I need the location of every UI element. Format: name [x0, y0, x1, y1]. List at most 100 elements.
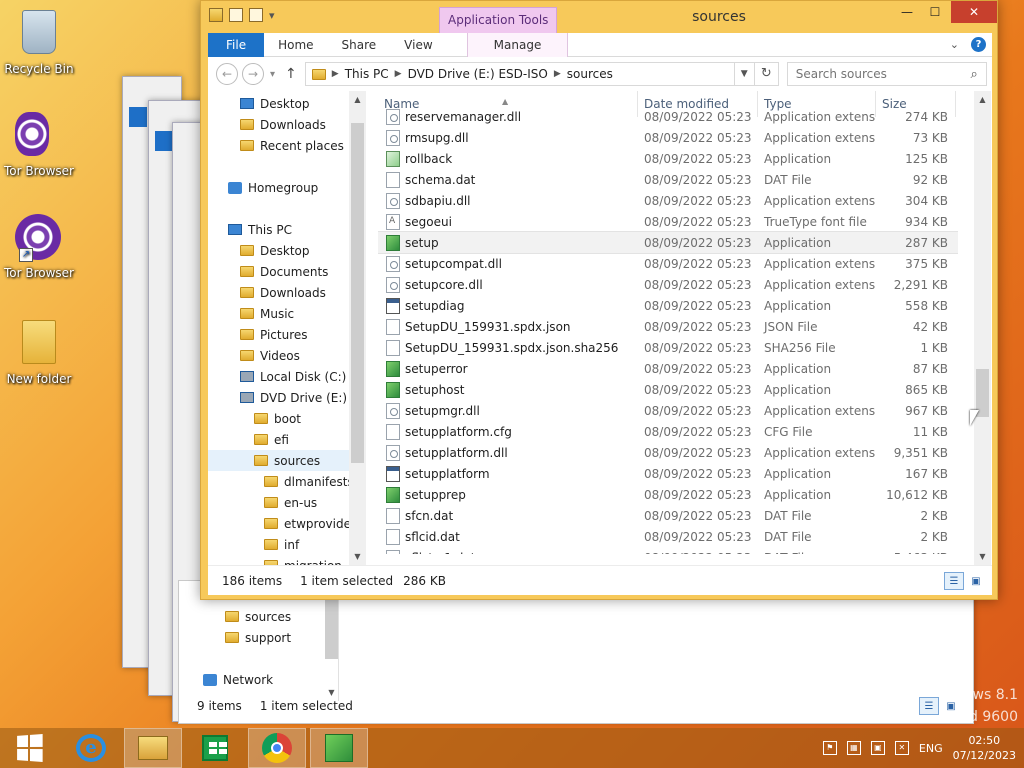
nav-item-en-us[interactable]: en-us — [208, 492, 358, 513]
table-row[interactable]: SetupDU_159931.spdx.json 08/09/2022 05:23… — [378, 316, 958, 337]
close-button[interactable]: ✕ — [951, 1, 997, 23]
nav-item-etwproviders[interactable]: etwproviders — [208, 513, 358, 534]
table-row[interactable]: setuphost 08/09/2022 05:23 Application 865 … — [378, 379, 958, 400]
breadcrumb-separator-icon[interactable]: ▶ — [332, 69, 339, 79]
table-row[interactable]: segoeui 08/09/2022 05:23 TrueType font fil… — [378, 211, 958, 232]
expand-ribbon-icon[interactable]: ⌄ — [950, 38, 959, 51]
nav-item-efi[interactable]: efi — [208, 429, 358, 450]
table-row[interactable]: setupcore.dll 08/09/2022 05:23 Application… — [378, 274, 958, 295]
volume-muted-icon[interactable]: ✕ — [894, 741, 909, 755]
nav-item-sources[interactable]: sources — [208, 450, 358, 471]
nav-item-local-disk-c[interactable]: Local Disk (C:) — [208, 366, 358, 387]
table-row[interactable]: setupplatform.dll 08/09/2022 05:23 Applica… — [378, 442, 958, 463]
action-center-flag-icon[interactable]: ⚑ — [822, 741, 837, 755]
table-row[interactable]: sflistrs1.dat 08/09/2022 05:23DAT File5,4… — [378, 547, 958, 554]
folder-icon[interactable] — [209, 8, 223, 22]
table-row[interactable]: setuperror 08/09/2022 05:23 Application 87 … — [378, 358, 958, 379]
forward-button[interactable]: → — [242, 63, 264, 85]
nav-item-this-pc[interactable]: This PC — [208, 219, 358, 240]
large-icons-view-button[interactable]: ▣ — [966, 572, 986, 590]
tab-share[interactable]: Share — [328, 33, 391, 57]
nav-item-sources[interactable]: sources — [179, 606, 338, 627]
tab-manage[interactable]: Manage — [466, 32, 569, 57]
desktop-icon-new-folder[interactable]: New folder — [3, 318, 75, 386]
chevron-up-icon[interactable]: ▲ — [974, 91, 991, 108]
chevron-up-icon[interactable]: ▲ — [349, 91, 366, 108]
table-row[interactable]: setupdiag 08/09/2022 05:23 Application 558 … — [378, 295, 958, 316]
address-bar[interactable]: ▶ This PC ▶ DVD Drive (E:) ESD-ISO ▶ sou… — [304, 62, 735, 86]
table-row[interactable]: setupmgr.dll 08/09/2022 05:23 Application … — [378, 400, 958, 421]
navigation-pane-scrollbar[interactable]: ▲ ▼ — [349, 91, 366, 565]
breadcrumb-dvd-drive[interactable]: DVD Drive (E:) ESD-ISO — [402, 67, 554, 81]
explorer-window[interactable]: ▾ Application Tools sources — ☐ ✕ File H… — [200, 0, 998, 600]
new-folder-icon[interactable] — [249, 8, 263, 22]
recent-locations-icon[interactable]: ▾ — [270, 69, 275, 80]
refresh-button[interactable]: ↻ — [754, 62, 779, 86]
table-row[interactable]: sfcn.dat 08/09/2022 05:23 DAT File 2 KB — [378, 505, 958, 526]
details-view-button[interactable]: ☰ — [919, 697, 939, 715]
desktop-icon-tor-browser-shortcut[interactable]: ↗ Tor Browser — [3, 214, 75, 280]
taskbar-chrome[interactable] — [248, 728, 306, 768]
nav-item-downloads[interactable]: Downloads — [208, 282, 358, 303]
table-row[interactable]: setup 08/09/2022 05:23 Application 287 KB — [378, 231, 958, 254]
taskbar-file-explorer[interactable] — [124, 728, 182, 768]
table-row[interactable]: reservemanager.dll 08/09/2022 05:23 Applic… — [378, 106, 958, 127]
taskbar-store[interactable] — [186, 728, 244, 768]
table-row[interactable]: setupplatform 08/09/2022 05:23 Application… — [378, 463, 958, 484]
table-row[interactable]: setupprep 08/09/2022 05:23 Application 10,6… — [378, 484, 958, 505]
maximize-button[interactable]: ☐ — [921, 1, 949, 23]
nav-item-desktop[interactable]: Desktop — [208, 93, 358, 114]
contextual-tab-application-tools[interactable]: Application Tools — [439, 7, 558, 33]
nav-item-dlmanifests[interactable]: dlmanifests — [208, 471, 358, 492]
properties-icon[interactable] — [229, 8, 243, 22]
chevron-down-icon[interactable]: ▼ — [349, 548, 366, 565]
breadcrumb-separator-icon[interactable]: ▶ — [554, 69, 561, 79]
nav-item-homegroup[interactable]: Homegroup — [208, 177, 358, 198]
breadcrumb-this-pc[interactable]: This PC — [339, 67, 395, 81]
minimize-button[interactable]: — — [893, 1, 921, 23]
file-list-scrollbar[interactable]: ▲ ▼ — [974, 91, 991, 565]
address-history-dropdown[interactable]: ▼ — [734, 62, 755, 86]
nav-item-music[interactable]: Music — [208, 303, 358, 324]
details-view-button[interactable]: ☰ — [944, 572, 964, 590]
nav-item-dvd-drive-e-es[interactable]: DVD Drive (E:) ES — [208, 387, 358, 408]
nav-item-videos[interactable]: Videos — [208, 345, 358, 366]
breadcrumb-separator-icon[interactable]: ▶ — [395, 69, 402, 79]
large-icons-view-button[interactable]: ▣ — [941, 697, 961, 715]
taskbar-internet-explorer[interactable]: e — [62, 728, 120, 768]
search-icon[interactable]: ⌕ — [970, 67, 977, 82]
desktop-icon-tor-browser[interactable]: Tor Browser — [3, 112, 75, 178]
table-row[interactable]: sdbapiu.dll 08/09/2022 05:23 Application e… — [378, 190, 958, 211]
tab-view[interactable]: View — [390, 33, 446, 57]
help-icon[interactable]: ? — [971, 37, 986, 52]
taskbar-setup[interactable] — [310, 728, 368, 768]
navigation-pane[interactable]: Desktop Downloads Recent places Homegroup Th… — [208, 91, 358, 565]
nav-item-support[interactable]: support — [179, 627, 338, 648]
nav-item-downloads[interactable]: Downloads — [208, 114, 358, 135]
back-button[interactable]: ← — [216, 63, 238, 85]
notification-icon[interactable]: ▣ — [870, 741, 885, 755]
table-row[interactable]: setupcompat.dll 08/09/2022 05:23 Applicati… — [378, 253, 958, 274]
input-language[interactable]: ENG — [919, 742, 943, 755]
table-row[interactable]: setupplatform.cfg 08/09/2022 05:23 CFG Fil… — [378, 421, 958, 442]
tab-file[interactable]: File — [208, 32, 265, 57]
nav-item-inf[interactable]: inf — [208, 534, 358, 555]
chevron-down-icon[interactable]: ▼ — [974, 548, 991, 565]
nav-item-network[interactable]: Network — [179, 669, 338, 690]
search-input[interactable] — [795, 67, 971, 81]
nav-item-pictures[interactable]: Pictures — [208, 324, 358, 345]
scrollbar-thumb[interactable] — [351, 123, 364, 463]
table-row[interactable]: rmsupg.dll 08/09/2022 05:23 Application ex… — [378, 127, 958, 148]
nav-item-desktop[interactable]: Desktop — [208, 240, 358, 261]
nav-item-documents[interactable]: Documents — [208, 261, 358, 282]
nav-item-boot[interactable]: boot — [208, 408, 358, 429]
up-button[interactable]: ↑ — [285, 66, 297, 82]
table-row[interactable]: sflcid.dat 08/09/2022 05:23 DAT File 2 KB — [378, 526, 958, 547]
breadcrumb-sources[interactable]: sources — [561, 67, 619, 81]
search-box[interactable]: ⌕ — [786, 62, 987, 86]
table-row[interactable]: schema.dat 08/09/2022 05:23 DAT File 92 KB — [378, 169, 958, 190]
table-row[interactable]: SetupDU_159931.spdx.json.sha256 08/09/202… — [378, 337, 958, 358]
table-row[interactable]: rollback 08/09/2022 05:23 Application 125 K… — [378, 148, 958, 169]
title-bar[interactable]: ▾ Application Tools sources — ☐ ✕ — [201, 1, 997, 33]
network-icon[interactable]: ▦ — [846, 741, 861, 755]
